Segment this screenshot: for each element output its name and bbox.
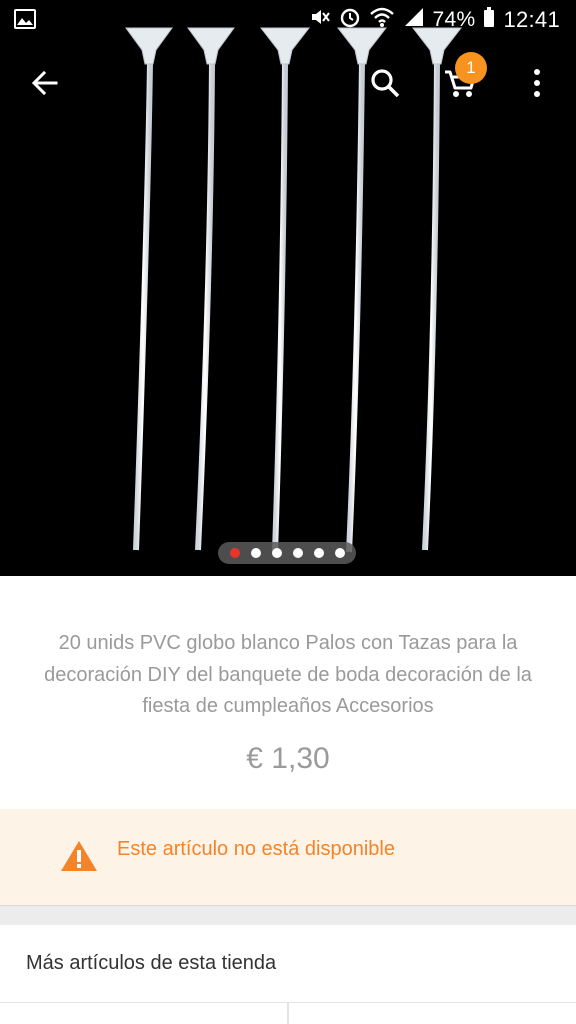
pager-dot[interactable] [313, 548, 324, 558]
wifi-icon [369, 6, 395, 34]
section-divider [0, 905, 576, 925]
product-image-gallery[interactable] [0, 0, 576, 576]
arrow-left-icon [31, 70, 58, 96]
search-icon [371, 69, 400, 98]
alarm-icon [339, 6, 361, 34]
pager-dot[interactable] [229, 548, 240, 558]
battery-percent: 74% [432, 8, 476, 31]
mute-icon [309, 6, 331, 34]
back-button[interactable] [20, 58, 70, 108]
pager-dot[interactable] [271, 548, 282, 558]
store-items-divider [287, 1003, 289, 1024]
image-pager[interactable] [218, 542, 356, 564]
pager-dot[interactable] [292, 548, 303, 558]
signal-icon [403, 6, 425, 34]
cart-count-badge[interactable]: 1 [455, 52, 487, 84]
image-notification-icon [14, 9, 36, 34]
warning-icon [61, 841, 97, 871]
unavailable-message: Este artículo no está disponible [117, 838, 395, 860]
product-image [125, 27, 463, 553]
more-options-button[interactable] [514, 58, 560, 108]
clock: 12:41 [503, 7, 560, 32]
product-title: 20 unids PVC globo blanco Palos con Taza… [44, 632, 532, 717]
more-from-store-heading: Más artículos de esta tienda [26, 952, 277, 974]
pager-dot[interactable] [250, 548, 261, 558]
status-bar: 74% 12:41 [0, 0, 576, 40]
pager-dot[interactable] [334, 548, 345, 558]
battery-icon [483, 6, 495, 34]
more-vert-icon [534, 69, 540, 97]
product-price: € 1,30 [246, 742, 330, 775]
search-button[interactable] [360, 58, 410, 108]
